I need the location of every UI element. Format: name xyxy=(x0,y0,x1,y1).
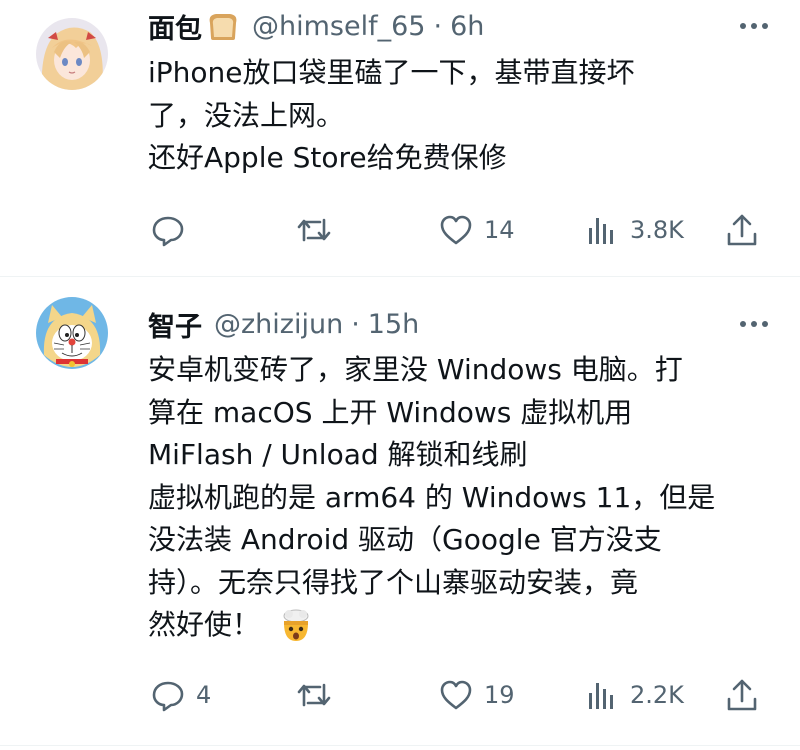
heart-icon xyxy=(440,680,472,710)
tweet-text-line: iPhone放口袋里磕了一下，基带直接坏 xyxy=(148,56,635,89)
user-handle[interactable]: @himself_65 xyxy=(252,11,425,42)
analytics-icon xyxy=(589,218,613,244)
reply-button[interactable]: 4 xyxy=(150,675,211,715)
action-bar: 14 3.8K xyxy=(148,210,768,250)
retweet-icon xyxy=(297,218,331,242)
retweet-icon xyxy=(297,683,331,707)
heart-icon xyxy=(440,215,472,245)
avatar[interactable] xyxy=(36,297,108,369)
tweet-text-line: 虚拟机跑的是 arm64 的 Windows 11，但是 xyxy=(148,480,716,514)
views-button[interactable]: 3.8K xyxy=(584,210,684,250)
reply-icon xyxy=(152,681,184,712)
like-count: 19 xyxy=(484,681,515,709)
tweet-text-line: 没法装 Android 驱动（Google 官方没支 xyxy=(148,523,662,556)
tweet-header: 面包 @himself_65 · 6h xyxy=(148,6,772,46)
tweet-text-line: 还好Apple Store给免费保修 xyxy=(148,141,507,174)
reply-button[interactable] xyxy=(150,210,196,250)
share-icon xyxy=(727,679,757,711)
tweet-text-line: 了，没法上网。 xyxy=(148,98,345,132)
bread-emoji-icon xyxy=(206,11,240,41)
separator-dot: · xyxy=(351,308,360,340)
separator-dot: · xyxy=(433,10,443,42)
tweet-text: iPhone放口袋里磕了一下，基带直接坏 了，没法上网。 还好Apple Sto… xyxy=(148,52,778,180)
more-options-icon[interactable] xyxy=(736,312,772,336)
tweet-text-line: 算在 macOS 上开 Windows 虚拟机用 xyxy=(148,395,633,429)
share-button[interactable] xyxy=(724,210,760,250)
tweet-2[interactable]: 智子 @zhizijun · 15h 安卓机变砖了，家里没 Windows 电脑… xyxy=(0,277,800,750)
tweet-text-line: MiFlash / Unload 解锁和线刷 xyxy=(148,438,528,471)
tweet-text-line: 安卓机变砖了，家里没 Windows 电脑。打 xyxy=(148,353,683,386)
reply-count: 4 xyxy=(196,681,212,709)
view-count: 3.8K xyxy=(630,216,684,244)
action-bar: 4 19 2.2K xyxy=(148,675,768,715)
cat-avatar-image xyxy=(36,297,108,369)
share-icon xyxy=(727,214,757,246)
display-name[interactable]: 面包 xyxy=(148,7,202,46)
tweet-divider xyxy=(0,745,800,746)
avatar[interactable] xyxy=(36,18,108,90)
timestamp[interactable]: 6h xyxy=(450,11,484,42)
view-count: 2.2K xyxy=(630,681,684,709)
like-count: 14 xyxy=(484,216,515,244)
tweet-1[interactable]: 面包 @himself_65 · 6h iPhone放口袋里磕了一下，基带直接坏… xyxy=(0,0,800,276)
anime-avatar-image xyxy=(36,18,108,90)
exploding-head-emoji-icon xyxy=(279,609,313,643)
like-button[interactable]: 19 xyxy=(438,675,515,715)
display-name[interactable]: 智子 xyxy=(148,305,202,344)
retweet-button[interactable] xyxy=(296,210,342,250)
retweet-button[interactable] xyxy=(296,675,342,715)
tweet-header: 智子 @zhizijun · 15h xyxy=(148,304,772,344)
timestamp[interactable]: 15h xyxy=(368,309,419,340)
views-button[interactable]: 2.2K xyxy=(584,675,684,715)
tweet-text-line-last: 然好使！ xyxy=(148,604,778,647)
more-options-icon[interactable] xyxy=(736,14,772,38)
like-button[interactable]: 14 xyxy=(438,210,515,250)
share-button[interactable] xyxy=(724,675,760,715)
analytics-icon xyxy=(589,683,613,709)
tweet-text-line: 持）。无奈只得找了个山寨驱动安装，竟 xyxy=(148,565,639,599)
reply-icon xyxy=(152,216,184,247)
user-handle[interactable]: @zhizijun xyxy=(214,309,343,340)
tweet-text: 安卓机变砖了，家里没 Windows 电脑。打 算在 macOS 上开 Wind… xyxy=(148,349,778,647)
tweet-text-line: 然好使！ xyxy=(148,608,261,641)
